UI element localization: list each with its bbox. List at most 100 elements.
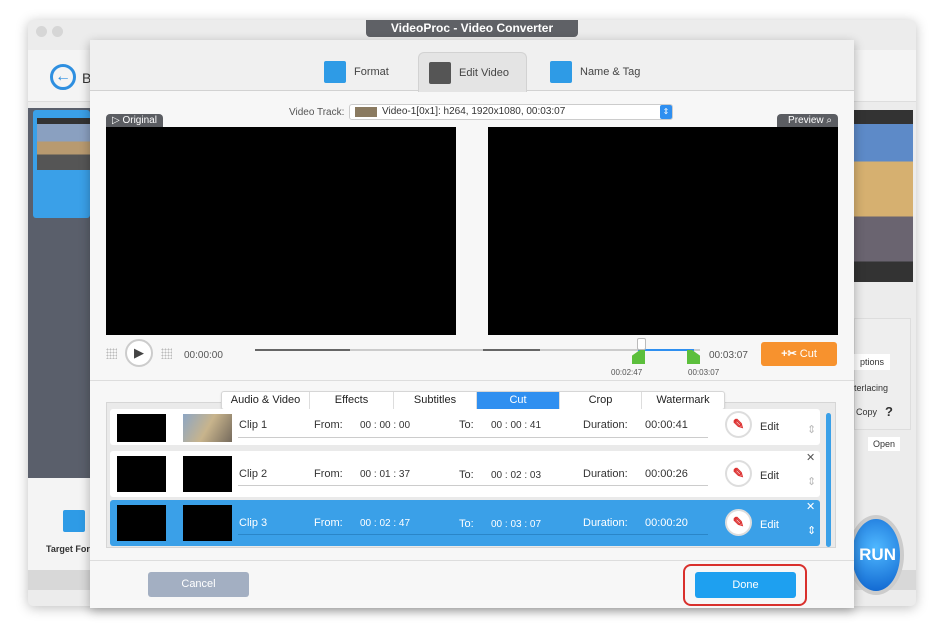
clip-end-thumb xyxy=(183,505,232,541)
help-icon[interactable]: ? xyxy=(885,404,893,419)
original-video-pane xyxy=(106,127,456,335)
scrollbar[interactable] xyxy=(826,413,831,547)
start-marker[interactable] xyxy=(632,350,645,364)
clip-start-thumb xyxy=(117,505,166,541)
tab-label: Format xyxy=(354,66,389,78)
selected-segment xyxy=(638,349,694,351)
end-marker[interactable] xyxy=(687,350,700,364)
video-track-select[interactable]: Video-1[0x1]: h264, 1920x1080, 00:03:07 … xyxy=(349,104,673,120)
clip-underline xyxy=(238,485,708,486)
preview-video-pane xyxy=(488,127,838,335)
from-time[interactable]: 00 : 02 : 47 xyxy=(360,518,410,529)
options-button[interactable]: ptions xyxy=(854,354,891,370)
clip-segment xyxy=(255,349,350,351)
copy-label[interactable]: Copy xyxy=(856,407,877,417)
delete-clip-icon[interactable]: ✕ xyxy=(806,451,815,464)
edit-pencil-icon[interactable]: ✎ xyxy=(725,411,752,438)
to-time[interactable]: 00 : 02 : 03 xyxy=(491,470,541,481)
duration-value: 00:00:20 xyxy=(645,517,688,529)
original-text: Original xyxy=(122,115,157,126)
clip-name[interactable]: Clip 3 xyxy=(239,517,267,529)
name-tag-icon xyxy=(550,61,572,83)
edit-pencil-icon[interactable]: ✎ xyxy=(725,509,752,536)
original-label: ▷ Original xyxy=(106,114,163,127)
divider xyxy=(90,560,854,561)
duration-label: Duration: xyxy=(583,517,628,529)
marker-start-time: 00:02:47 xyxy=(611,368,643,377)
to-label: To: xyxy=(459,419,474,431)
subtab-effects[interactable]: Effects xyxy=(310,392,394,409)
reorder-arrows-icon[interactable]: ⇕ xyxy=(807,423,816,436)
clip-name[interactable]: Clip 1 xyxy=(239,419,267,431)
from-label: From: xyxy=(314,517,343,529)
done-button[interactable]: Done xyxy=(695,572,796,598)
reorder-arrows-icon[interactable]: ⇕ xyxy=(807,475,816,488)
divider xyxy=(90,380,854,381)
clip-underline xyxy=(238,437,708,438)
clip-end-thumb xyxy=(183,414,232,442)
subtab-cut[interactable]: Cut xyxy=(477,392,560,409)
grip-icon xyxy=(161,348,172,359)
back-icon[interactable]: ← xyxy=(50,64,76,90)
cut-button[interactable]: +✂ Cut xyxy=(761,342,837,366)
to-label: To: xyxy=(459,469,474,481)
edit-video-icon xyxy=(429,61,451,84)
playhead[interactable] xyxy=(637,338,646,350)
tab-label: Edit Video xyxy=(459,66,509,79)
run-button[interactable]: RUN xyxy=(848,515,904,595)
play-button[interactable]: ▶ xyxy=(125,339,153,367)
preview-thumbnail xyxy=(854,110,913,282)
from-label: From: xyxy=(314,468,343,480)
edit-sub-tabs: Audio & Video Effects Subtitles Cut Crop… xyxy=(221,391,725,410)
marker-end-time: 00:03:07 xyxy=(688,368,720,377)
tab-name-tag[interactable]: Name & Tag xyxy=(540,52,650,92)
target-format-icon[interactable] xyxy=(63,510,85,532)
subtab-audio-video[interactable]: Audio & Video xyxy=(222,392,310,409)
duration-label: Duration: xyxy=(583,419,628,431)
select-stepper-icon: ⇕ xyxy=(660,105,672,119)
clip-start-thumb xyxy=(117,456,166,492)
clip-end-thumb xyxy=(183,456,232,492)
end-time: 00:03:07 xyxy=(709,350,748,361)
subtab-subtitles[interactable]: Subtitles xyxy=(394,392,477,409)
edit-button[interactable]: Edit xyxy=(760,470,779,482)
clip-segment xyxy=(483,349,540,351)
minimize-window-button[interactable] xyxy=(52,26,63,37)
format-icon xyxy=(324,61,346,83)
video-track-label: Video Track: xyxy=(289,107,345,118)
from-time[interactable]: 00 : 00 : 00 xyxy=(360,420,410,431)
deinterlacing-label[interactable]: terlacing xyxy=(854,383,888,393)
to-time[interactable]: 00 : 03 : 07 xyxy=(491,519,541,530)
window-title: VideoProc - Video Converter xyxy=(366,20,578,37)
clip-start-thumb xyxy=(117,414,166,442)
edit-video-sheet: Format Edit Video Name & Tag Video Track… xyxy=(90,40,854,608)
to-time[interactable]: 00 : 00 : 41 xyxy=(491,420,541,431)
clip-row[interactable]: Clip 1 From: 00 : 00 : 00 To: 00 : 00 : … xyxy=(110,409,820,445)
edit-button[interactable]: Edit xyxy=(760,519,779,531)
duration-value: 00:00:26 xyxy=(645,468,688,480)
delete-clip-icon[interactable]: ✕ xyxy=(806,500,815,513)
grip-icon xyxy=(106,348,117,359)
subtab-crop[interactable]: Crop xyxy=(560,392,642,409)
clip-name[interactable]: Clip 2 xyxy=(239,468,267,480)
cut-label: Cut xyxy=(799,348,817,360)
close-window-button[interactable] xyxy=(36,26,47,37)
tab-edit-video[interactable]: Edit Video xyxy=(418,52,527,92)
current-time: 00:00:00 xyxy=(184,350,223,361)
edit-button[interactable]: Edit xyxy=(760,421,779,433)
scissors-icon: +✂ xyxy=(781,348,797,360)
from-label: From: xyxy=(314,419,343,431)
edit-pencil-icon[interactable]: ✎ xyxy=(725,460,752,487)
clip-row-selected[interactable]: Clip 3 From: 00 : 02 : 47 To: 00 : 03 : … xyxy=(110,500,820,546)
open-button[interactable]: Open xyxy=(868,437,901,451)
from-time[interactable]: 00 : 01 : 37 xyxy=(360,469,410,480)
tab-format[interactable]: Format xyxy=(314,52,399,92)
subtab-watermark[interactable]: Watermark xyxy=(642,392,724,409)
preview-label[interactable]: Preview ⌕ xyxy=(777,114,838,127)
cancel-button[interactable]: Cancel xyxy=(148,572,249,597)
clip-underline xyxy=(238,534,708,535)
clip-row[interactable]: Clip 2 From: 00 : 01 : 37 To: 00 : 02 : … xyxy=(110,451,820,497)
target-format-label: Target For xyxy=(46,544,90,554)
video-card[interactable] xyxy=(33,110,90,218)
reorder-arrows-icon[interactable]: ⇕ xyxy=(807,524,816,537)
